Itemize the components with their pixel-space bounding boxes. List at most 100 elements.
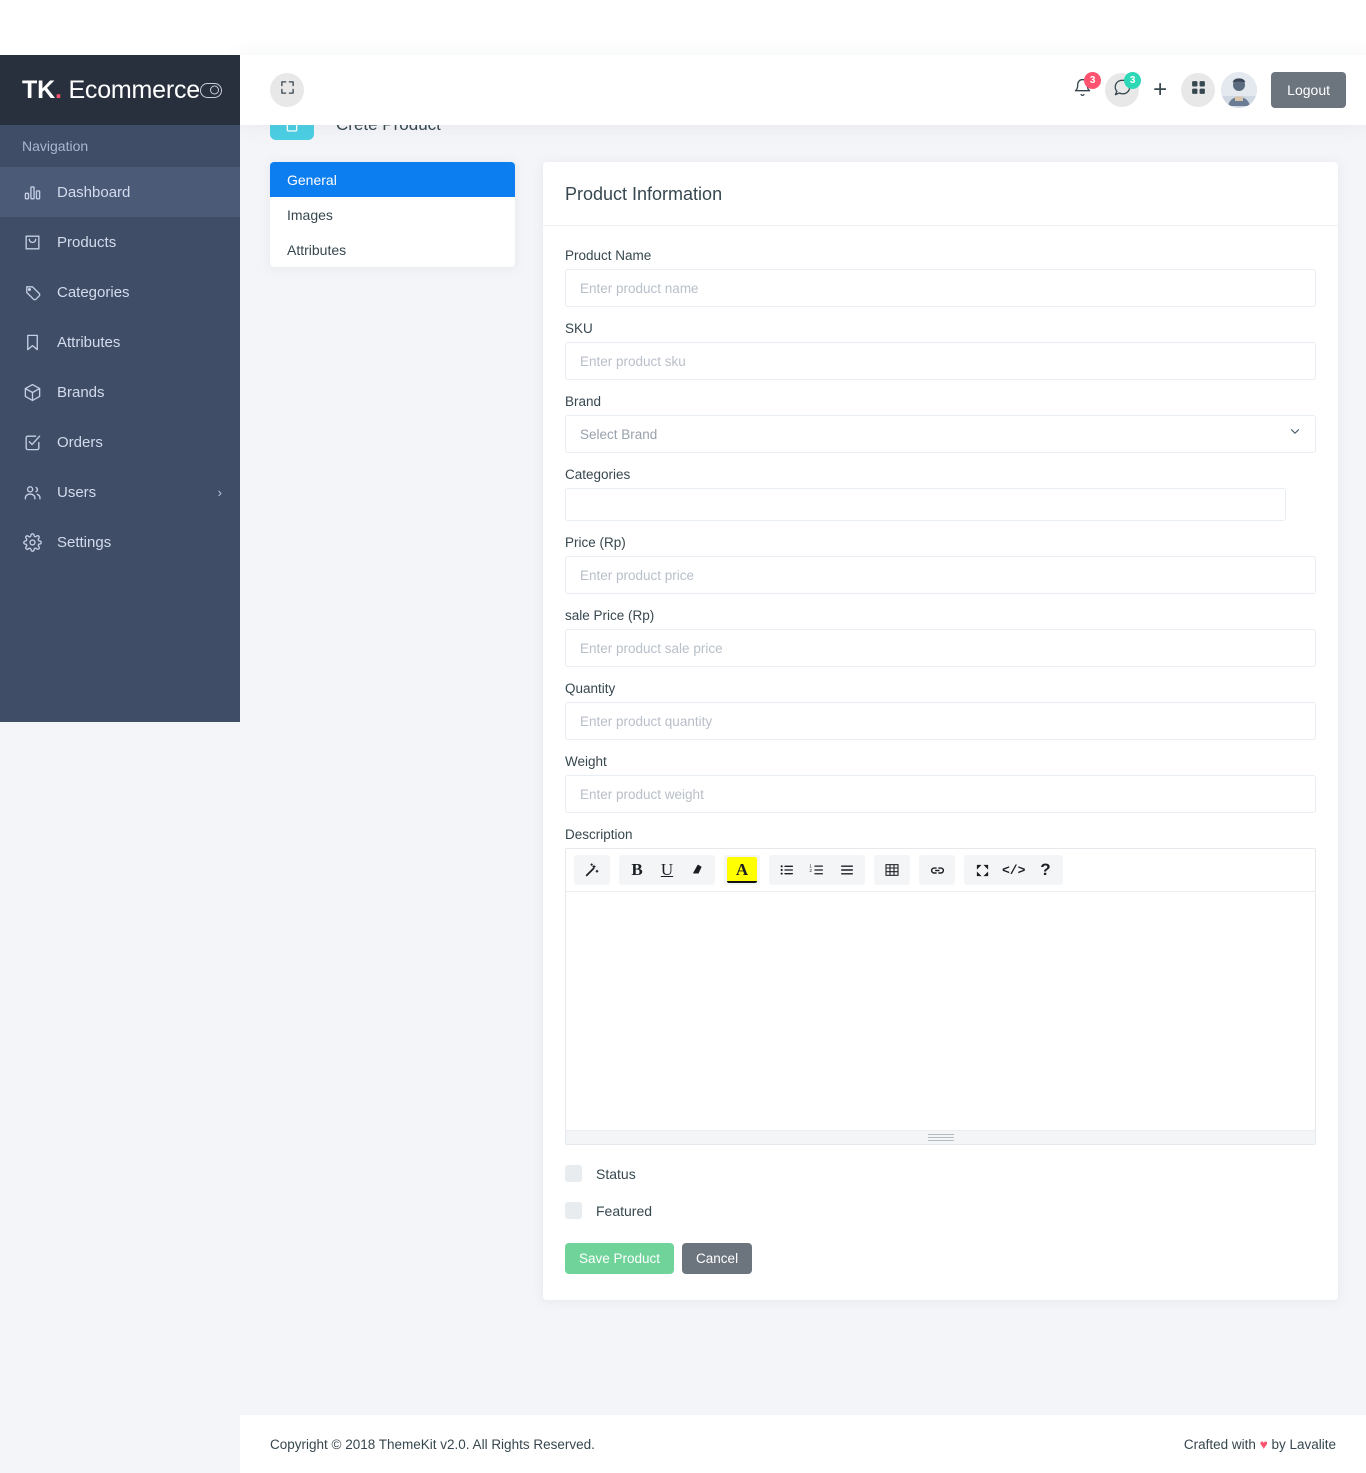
product-name-input[interactable] — [565, 269, 1316, 307]
sidebar-item-label: Attributes — [57, 333, 121, 351]
apps-button[interactable] — [1181, 73, 1216, 107]
ordered-list-icon[interactable]: 1 2 — [802, 857, 832, 883]
brand-mark: TK — [22, 75, 55, 104]
unordered-list-icon[interactable] — [772, 857, 802, 883]
field-quantity: Quantity — [565, 681, 1316, 740]
field-price: Price (Rp) — [565, 535, 1316, 594]
field-label: Product Name — [565, 248, 652, 263]
gear-icon — [21, 531, 43, 553]
field-label: Quantity — [565, 681, 616, 696]
card-header: Product Information — [543, 162, 1338, 226]
top-header: 3 3 + Logout — [240, 55, 1366, 125]
avatar[interactable] — [1221, 72, 1258, 108]
brand-select-wrapper: Select Brand — [565, 415, 1316, 453]
app-root: TK. Ecommerce Navigation Dashboard Produ… — [0, 0, 1366, 1473]
brand-select[interactable]: Select Brand — [565, 415, 1316, 453]
table-icon[interactable] — [877, 857, 907, 883]
check-square-icon — [21, 431, 43, 453]
sidebar-item-orders[interactable]: Orders — [0, 417, 240, 467]
toolbar-group-view: </> ? — [964, 855, 1064, 885]
status-checkbox[interactable] — [565, 1165, 582, 1182]
status-checkbox-row: Status — [565, 1165, 1316, 1182]
notifications-badge: 3 — [1084, 72, 1102, 89]
sidebar-item-brands[interactable]: Brands — [0, 367, 240, 417]
description-editor: B U A 1 2 </> ? — [565, 848, 1316, 1145]
sidebar-nav-list: Dashboard Products Categories Attributes… — [0, 167, 240, 567]
price-input[interactable] — [565, 556, 1316, 594]
logout-button[interactable]: Logout — [1271, 72, 1346, 108]
quantity-input[interactable] — [565, 702, 1316, 740]
tab-label: Images — [287, 206, 333, 223]
sidebar-item-label: Dashboard — [57, 183, 131, 201]
heart-icon: ♥ — [1259, 1436, 1268, 1452]
sidebar-item-users[interactable]: Users › — [0, 467, 240, 517]
toolbar-group-paragraph: 1 2 — [769, 855, 865, 885]
tab-attributes[interactable]: Attributes — [270, 232, 515, 267]
categories-tags-input[interactable] — [565, 488, 1286, 521]
eraser-icon[interactable] — [682, 857, 712, 883]
bar-chart-icon — [21, 181, 43, 203]
sale-price-input[interactable] — [565, 629, 1316, 667]
field-label: SKU — [565, 321, 593, 336]
tag-icon — [21, 281, 43, 303]
underline-icon[interactable]: U — [652, 857, 682, 883]
field-weight: Weight — [565, 754, 1316, 813]
featured-checkbox[interactable] — [565, 1202, 582, 1219]
magic-wand-icon[interactable] — [577, 857, 607, 883]
sidebar-item-products[interactable]: Products — [0, 217, 240, 267]
sidebar-item-dashboard[interactable]: Dashboard — [0, 167, 240, 217]
align-icon[interactable] — [832, 857, 862, 883]
sidebar-item-label: Brands — [57, 383, 105, 401]
field-product-name: Product Name — [565, 248, 1316, 307]
grid-icon — [1190, 79, 1207, 101]
brand-select-value: Select Brand — [580, 426, 658, 442]
editor-resize-handle[interactable] — [566, 1130, 1315, 1144]
sku-input[interactable] — [565, 342, 1316, 380]
weight-input[interactable] — [565, 775, 1316, 813]
field-brand: Brand Select Brand — [565, 394, 1316, 453]
brand-logo[interactable]: TK. Ecommerce — [22, 76, 200, 105]
text-color-icon[interactable]: A — [727, 857, 757, 883]
description-textarea[interactable] — [566, 892, 1315, 1130]
fullscreen-icon[interactable] — [967, 857, 997, 883]
messages-button[interactable]: 3 — [1105, 72, 1142, 107]
code-view-icon[interactable]: </> — [997, 857, 1030, 883]
help-icon[interactable]: ? — [1030, 857, 1060, 883]
link-icon[interactable] — [922, 857, 952, 883]
main-content: General Images Attributes Product Inform… — [240, 125, 1366, 1415]
footer-copyright: Copyright © 2018 ThemeKit v2.0. All Righ… — [270, 1436, 595, 1452]
add-button[interactable]: + — [1145, 73, 1175, 107]
tab-images[interactable]: Images — [270, 197, 515, 232]
sidebar-item-label: Settings — [57, 533, 112, 551]
sidebar-item-attributes[interactable]: Attributes — [0, 317, 240, 367]
toolbar-group-color: A — [724, 855, 760, 885]
tab-general[interactable]: General — [270, 162, 515, 197]
cancel-button[interactable]: Cancel — [682, 1243, 753, 1274]
grip-icon — [927, 1134, 954, 1141]
field-label: sale Price (Rp) — [565, 608, 655, 623]
sidebar-item-categories[interactable]: Categories — [0, 267, 240, 317]
field-sku: SKU — [565, 321, 1316, 380]
header-actions: 3 3 + Logout — [1065, 72, 1346, 108]
sidebar-item-settings[interactable]: Settings — [0, 517, 240, 567]
bold-icon[interactable]: B — [622, 857, 652, 883]
notifications-button[interactable]: 3 — [1065, 72, 1102, 107]
messages-badge: 3 — [1124, 72, 1142, 89]
shopping-bag-icon — [21, 231, 43, 253]
tab-label: General — [287, 171, 337, 188]
sidebar-collapse-toggle-icon[interactable] — [200, 82, 222, 98]
fullscreen-button[interactable] — [270, 73, 304, 107]
field-label: Description — [565, 827, 633, 842]
card-title: Product Information — [565, 184, 723, 204]
field-description: Description B U A 1 2 </> ? — [565, 827, 1316, 1145]
footer-credit-suffix: by Lavalite — [1267, 1436, 1336, 1452]
chevron-right-icon: › — [217, 484, 222, 500]
save-product-button[interactable]: Save Product — [565, 1243, 675, 1274]
form-actions: Save Product Cancel — [565, 1243, 1316, 1274]
product-tabs: General Images Attributes — [270, 162, 515, 267]
product-information-card: Product Information Product Name SKU Bra… — [543, 162, 1338, 1300]
editor-toolbar: B U A 1 2 </> ? — [566, 849, 1315, 892]
bookmark-icon — [21, 331, 43, 353]
sidebar-caption: Navigation — [0, 125, 240, 167]
footer-credit-prefix: Crafted with — [1183, 1436, 1260, 1452]
